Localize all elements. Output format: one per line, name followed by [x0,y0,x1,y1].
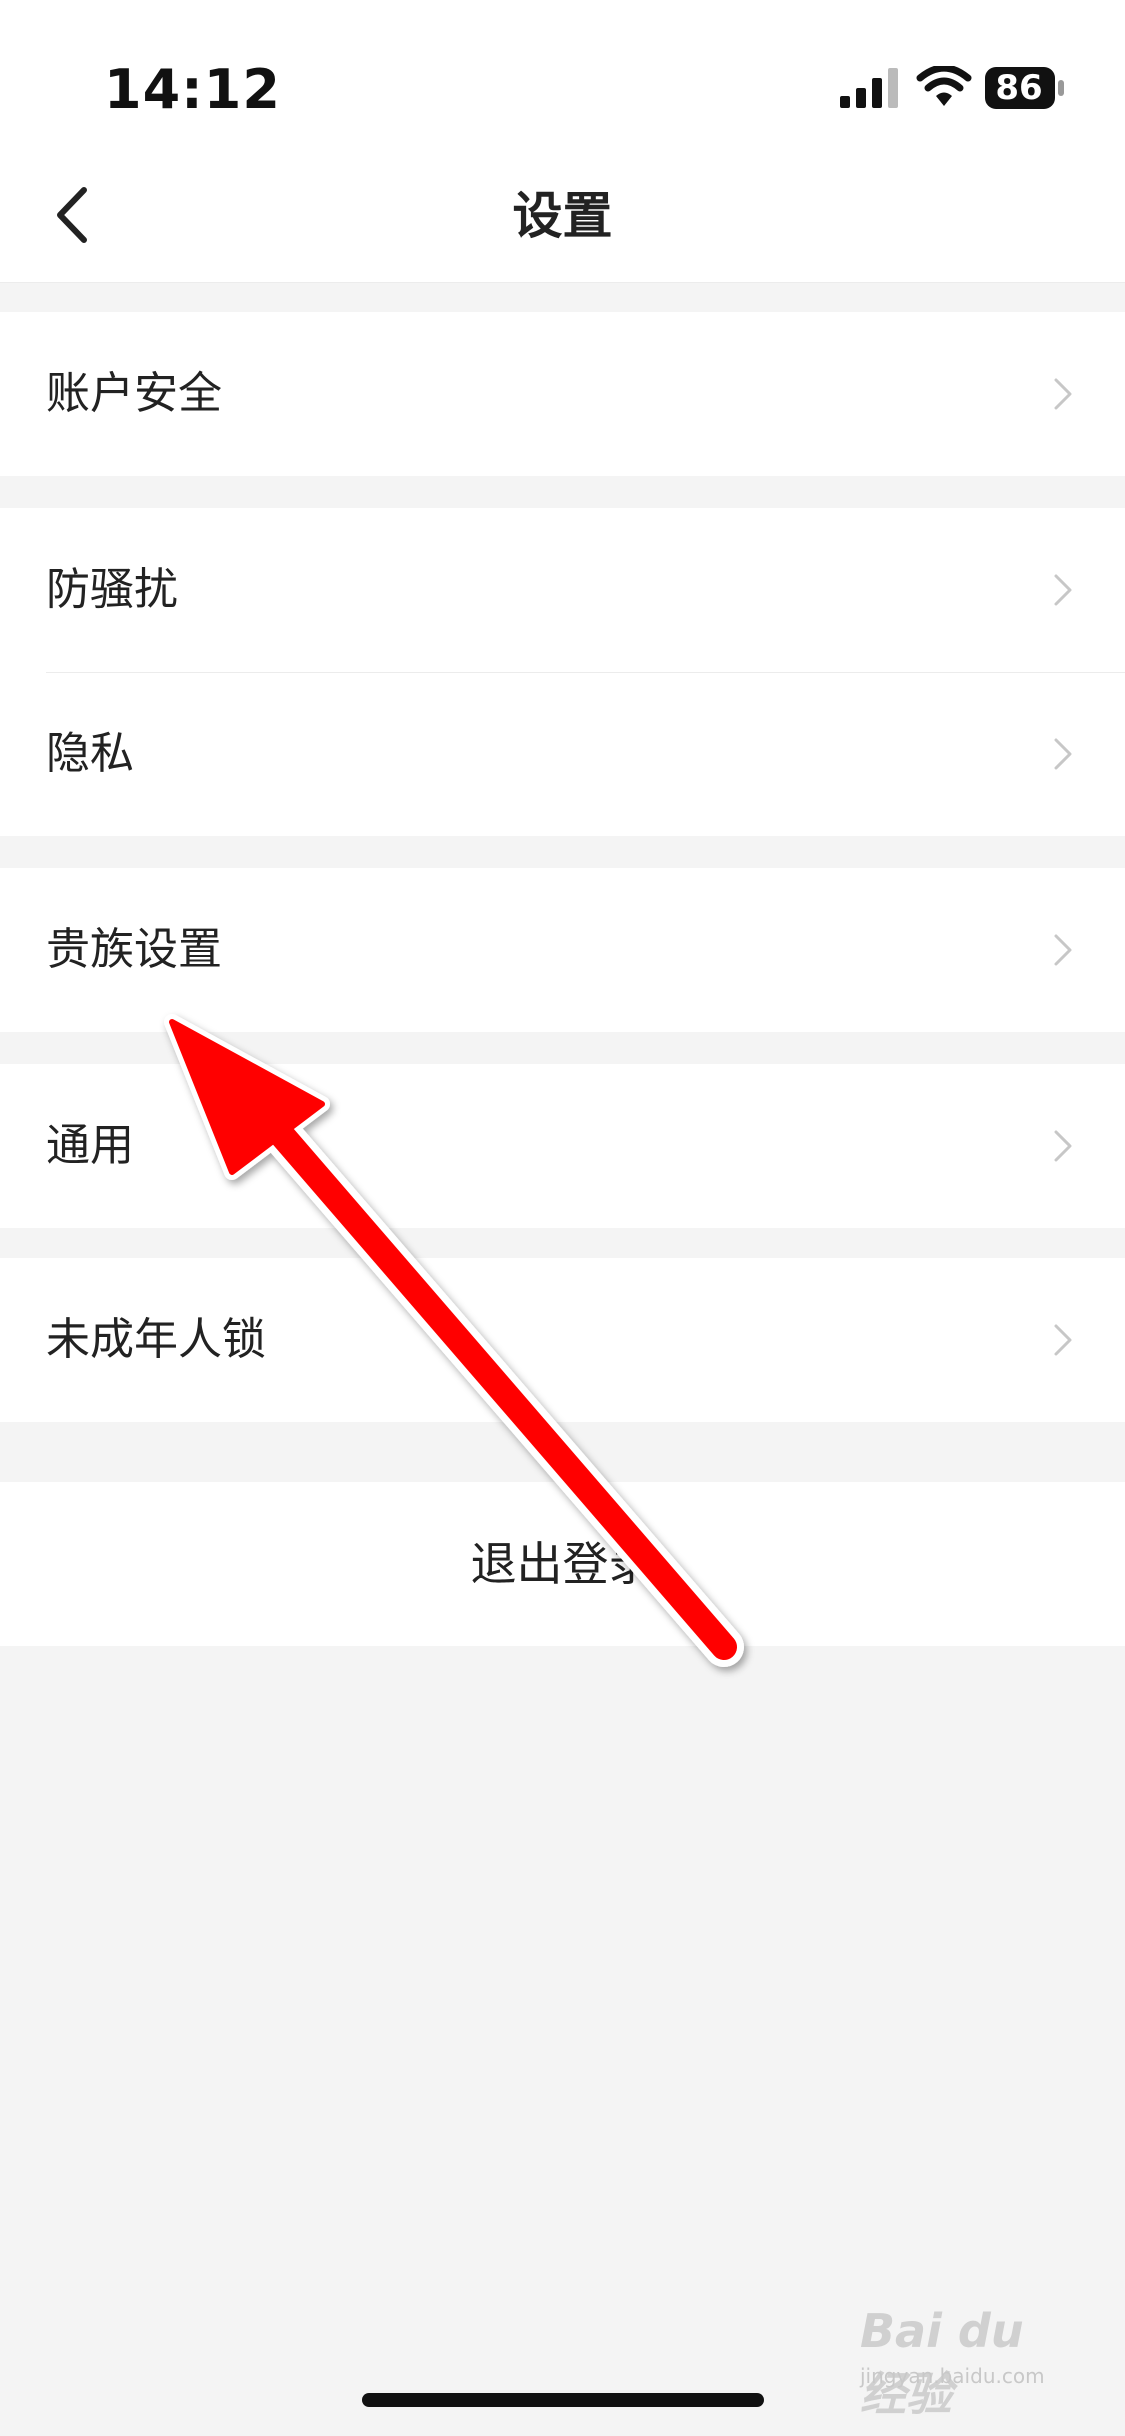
wifi-icon [916,66,972,106]
status-bar: 14:12 86 [0,0,1125,150]
settings-group-minor-lock: 未成年人锁 [0,1258,1125,1422]
settings-item-label: 通用 [46,1120,134,1171]
settings-item-privacy[interactable]: 隐私 [0,672,1125,836]
chevron-right-icon [1054,738,1072,770]
baidu-watermark: Bai du 经验 jingyan.baidu.com [860,2304,1070,2421]
back-button[interactable] [40,180,110,250]
chevron-right-icon [1054,1324,1072,1356]
battery-level: 86 [995,68,1043,108]
settings-group-general: 通用 [0,1064,1125,1228]
home-indicator[interactable] [362,2393,764,2407]
chevron-left-icon [57,187,87,243]
settings-item-label: 账户安全 [46,368,222,419]
cellular-signal-icon [840,68,898,108]
settings-item-minor-lock[interactable]: 未成年人锁 [0,1258,1125,1422]
nav-bar: 设置 [0,150,1125,283]
settings-group-noble: 贵族设置 [0,868,1125,1032]
settings-group-account: 账户安全 [0,312,1125,476]
logout-button[interactable]: 退出登录 [0,1482,1125,1646]
watermark-url: jingyan.baidu.com [860,2364,1045,2388]
chevron-right-icon [1054,378,1072,410]
settings-item-label: 防骚扰 [46,564,178,615]
settings-group-privacy: 防骚扰 隐私 [0,508,1125,836]
status-time: 14:12 [104,58,281,121]
settings-item-label: 隐私 [46,728,134,779]
battery-indicator: 86 [984,66,1066,110]
page-title: 设置 [512,187,613,245]
settings-item-label: 贵族设置 [46,924,222,975]
chevron-right-icon [1054,574,1072,606]
settings-item-label: 未成年人锁 [46,1314,266,1365]
settings-item-anti-harassment[interactable]: 防骚扰 [0,508,1125,672]
settings-item-account-security[interactable]: 账户安全 [0,312,1125,476]
settings-item-general[interactable]: 通用 [0,1064,1125,1228]
logout-label: 退出登录 [470,1537,655,1591]
chevron-right-icon [1054,1130,1072,1162]
chevron-right-icon [1054,934,1072,966]
settings-item-noble-settings[interactable]: 贵族设置 [0,868,1125,1032]
